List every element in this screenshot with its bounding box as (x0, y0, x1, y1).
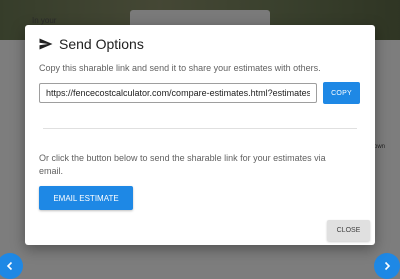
email-estimate-button[interactable]: EMAIL ESTIMATE (39, 186, 133, 210)
next-button[interactable] (374, 253, 400, 279)
send-icon (39, 38, 53, 50)
close-button[interactable]: CLOSE (327, 220, 370, 241)
email-description: Or click the button below to send the sh… (39, 153, 326, 176)
share-link-input[interactable] (39, 83, 317, 103)
dialog-title-text: Send Options (59, 36, 144, 52)
chevron-right-icon (384, 261, 391, 271)
copy-link-description: Copy this sharable link and send it to s… (39, 63, 321, 73)
copy-button[interactable]: COPY (323, 82, 360, 104)
send-options-dialog: Send Options Copy this sharable link and… (25, 25, 375, 245)
dialog-title: Send Options (39, 34, 144, 54)
chevron-left-icon (6, 261, 13, 271)
divider (43, 128, 357, 129)
